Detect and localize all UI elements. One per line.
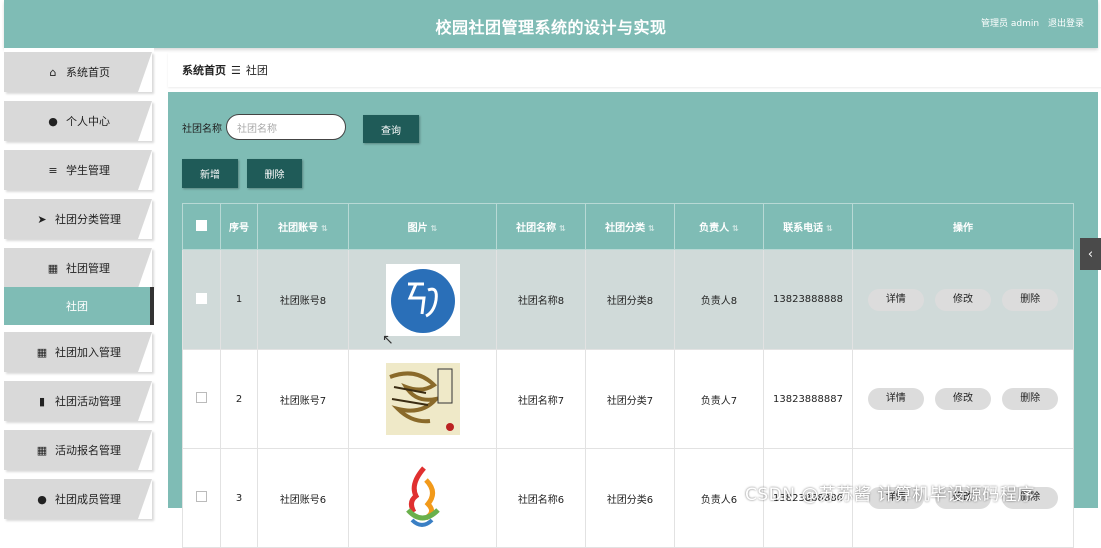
- sidebar-item-students[interactable]: ≡ 学生管理: [4, 150, 152, 190]
- sort-icon[interactable]: ⇅: [321, 224, 328, 233]
- cell-category: 社团分类8: [585, 249, 675, 350]
- mouse-cursor-icon: ↖: [382, 332, 394, 348]
- sidebar-item-home[interactable]: ⌂ 系统首页: [4, 52, 152, 92]
- sliders-icon: ≡: [48, 163, 58, 177]
- sort-icon[interactable]: ⇅: [559, 224, 566, 233]
- cell-leader: 负责人7: [674, 349, 764, 449]
- sidebar: ⌂ 系统首页 ● 个人中心 ≡ 学生管理 ➤ 社团分类管理 ▦ 社团管理 社团 …: [4, 48, 154, 519]
- sidebar-item-label: 社团活动管理: [55, 395, 121, 408]
- cell-index: 3: [220, 448, 258, 548]
- cell-index: 2: [220, 349, 258, 449]
- cell-phone: 13823888887: [763, 349, 853, 449]
- sort-icon[interactable]: ⇅: [732, 224, 739, 233]
- cell-name: 社团名称8: [496, 249, 586, 350]
- user-icon: ●: [48, 114, 58, 128]
- search-input[interactable]: 社团名称: [226, 114, 346, 140]
- edit-button[interactable]: 修改: [935, 388, 991, 410]
- cell-account: 社团账号8: [257, 249, 349, 350]
- cell-actions: 详情 修改 删除: [852, 249, 1074, 350]
- sidebar-item-label: 系统首页: [66, 66, 110, 79]
- cell-leader: 负责人8: [674, 249, 764, 350]
- edit-button[interactable]: 修改: [935, 288, 991, 311]
- user-area: 管理员 admin 退出登录: [975, 16, 1084, 29]
- grid-icon: ▦: [36, 443, 48, 457]
- col-header-leader[interactable]: 负责人 ⇅: [674, 203, 764, 250]
- sidebar-item-club-category[interactable]: ➤ 社团分类管理: [4, 199, 152, 239]
- bar-chart-icon: ▮: [38, 394, 46, 408]
- col-header-phone[interactable]: 联系电话 ⇅: [763, 203, 853, 250]
- breadcrumb: 系统首页 ☰ 社团: [168, 53, 1101, 87]
- table-row[interactable]: 1 社团账号8 社团名称8 社团分类8 负责人8 13823888888 详情 …: [182, 249, 1074, 350]
- sort-icon[interactable]: ⇅: [826, 224, 833, 233]
- collapse-tab-icon[interactable]: ‹: [1080, 238, 1101, 270]
- delete-button[interactable]: 删除: [1002, 288, 1059, 311]
- add-button[interactable]: 新增: [182, 159, 238, 188]
- sidebar-item-label: 社团加入管理: [55, 346, 121, 359]
- col-header-image[interactable]: 图片 ⇅: [348, 203, 497, 250]
- sidebar-item-label: 社团管理: [66, 262, 110, 275]
- sidebar-item-label: 社团成员管理: [55, 493, 121, 506]
- sidebar-item-club-activity[interactable]: ▮ 社团活动管理: [4, 381, 152, 421]
- sidebar-item-club-join[interactable]: ▦ 社团加入管理: [4, 332, 152, 372]
- grid-icon: ▦: [47, 261, 59, 275]
- cell-phone: 13823888888: [763, 249, 853, 350]
- col-header-name[interactable]: 社团名称 ⇅: [496, 203, 586, 250]
- col-header-category[interactable]: 社团分类 ⇅: [585, 203, 675, 250]
- query-button[interactable]: 查询: [363, 115, 419, 143]
- cell-category: 社团分类7: [585, 349, 675, 449]
- sidebar-item-label: 社团分类管理: [55, 213, 121, 226]
- breadcrumb-home[interactable]: 系统首页: [182, 62, 226, 78]
- sidebar-item-label: 学生管理: [66, 164, 110, 177]
- row-checkbox[interactable]: [196, 491, 207, 502]
- logout-link[interactable]: 退出登录: [1048, 19, 1084, 29]
- sidebar-item-label: 个人中心: [66, 115, 110, 128]
- search-row: 社团名称 社团名称: [182, 114, 346, 140]
- cell-account: 社团账号6: [257, 448, 349, 548]
- club-emblem-image: [385, 462, 460, 534]
- sidebar-item-activity-signup[interactable]: ▦ 活动报名管理: [4, 430, 152, 470]
- sidebar-item-club-members[interactable]: ● 社团成员管理: [4, 479, 152, 519]
- pin-icon: ●: [37, 492, 47, 506]
- sort-icon[interactable]: ⇅: [648, 224, 655, 233]
- breadcrumb-separator-icon: ☰: [231, 63, 241, 77]
- home-icon: ⌂: [49, 65, 57, 79]
- col-header-index: 序号: [220, 203, 258, 250]
- sidebar-item-label: 活动报名管理: [55, 444, 121, 457]
- detail-button[interactable]: 详情: [867, 388, 924, 410]
- table-row[interactable]: 2 社团账号7 社团名称7 社团分类7 负责人7 13823888887 详情 …: [182, 349, 1074, 449]
- watermark: CSDN @苏苏酱 计算机毕设源码程序: [745, 485, 1035, 505]
- cell-image: [348, 249, 497, 350]
- select-all-checkbox[interactable]: [196, 219, 207, 231]
- bulk-delete-button[interactable]: 删除: [247, 159, 302, 188]
- select-all-cell[interactable]: [182, 203, 221, 250]
- send-icon: ➤: [37, 212, 47, 226]
- cell-account: 社团账号7: [257, 349, 349, 449]
- cell-image: [348, 448, 497, 548]
- detail-button[interactable]: 详情: [867, 288, 924, 311]
- club-logo-image: [385, 263, 460, 336]
- club-poster-image: [385, 363, 460, 435]
- delete-button[interactable]: 删除: [1002, 388, 1059, 410]
- cell-name: 社团名称7: [496, 349, 586, 449]
- user-role: 管理员 admin: [981, 19, 1040, 29]
- row-checkbox[interactable]: [196, 292, 207, 304]
- top-header: 校园社团管理系统的设计与实现 管理员 admin 退出登录: [4, 0, 1098, 48]
- col-header-account[interactable]: 社团账号 ⇅: [257, 203, 349, 250]
- cell-name: 社团名称6: [496, 448, 586, 548]
- grid-icon: ▦: [36, 345, 48, 359]
- col-header-actions: 操作: [852, 203, 1074, 250]
- app-title: 校园社团管理系统的设计与实现: [435, 18, 667, 37]
- sidebar-subitem-club[interactable]: 社团: [4, 287, 154, 325]
- sort-icon[interactable]: ⇅: [431, 224, 438, 233]
- breadcrumb-current: 社团: [245, 64, 268, 77]
- cell-index: 1: [220, 249, 258, 350]
- table-header-row: 序号 社团账号 ⇅ 图片 ⇅ 社团名称 ⇅ 社团分类 ⇅ 负责人 ⇅ 联系电话 ⇅ 操作: [182, 203, 1074, 250]
- sidebar-item-profile[interactable]: ● 个人中心: [4, 101, 152, 141]
- row-checkbox[interactable]: [196, 392, 207, 403]
- search-label: 社团名称: [182, 123, 222, 135]
- sidebar-item-club-manage[interactable]: ▦ 社团管理: [4, 248, 152, 288]
- cell-image: [348, 349, 497, 449]
- cell-actions: 详情 修改 删除: [852, 349, 1074, 449]
- cell-category: 社团分类6: [585, 448, 675, 548]
